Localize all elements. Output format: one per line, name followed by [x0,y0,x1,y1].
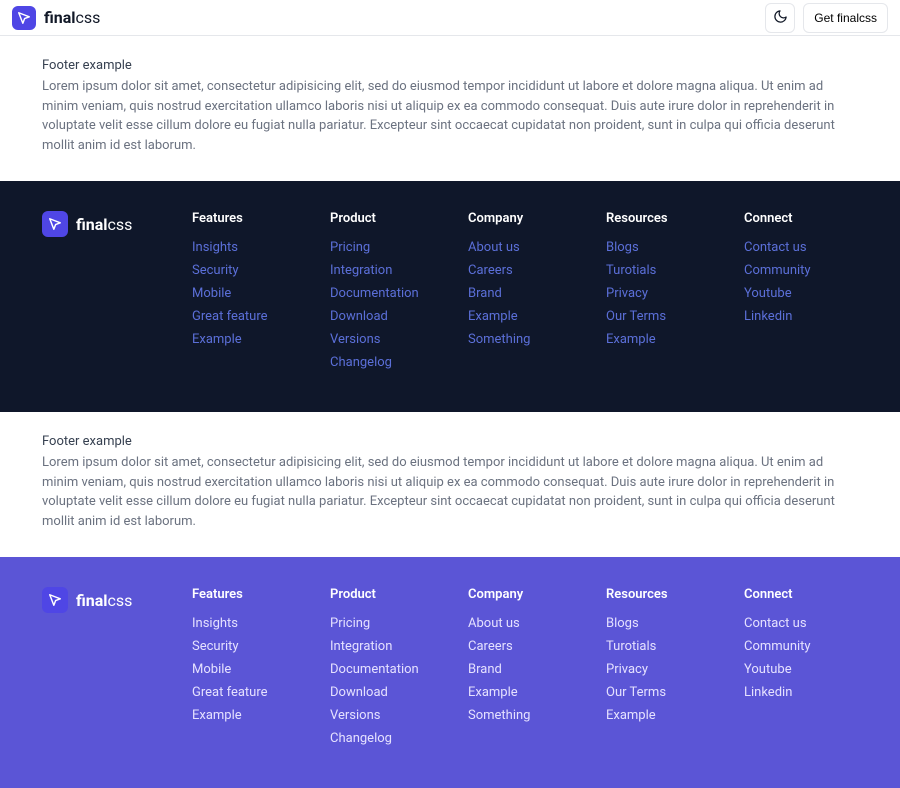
footer-link[interactable]: Example [468,309,582,324]
logo-icon [12,6,36,30]
footer-col-product: Product Pricing Integration Documentation Do… [330,211,444,378]
brand-text: finalcss [76,215,132,234]
footer-link[interactable]: Something [468,708,582,723]
theme-toggle[interactable] [765,3,795,33]
logo-icon [42,587,68,613]
moon-icon [773,9,788,27]
footer-link[interactable]: Integration [330,639,444,654]
brand[interactable]: finalcss [12,6,100,30]
footer-link[interactable]: Our Terms [606,685,720,700]
footer-col-features: Features Insights Security Mobile Great feat… [192,211,306,378]
footer-col-resources: Resources Blogs Turotials Privacy Our Terms E… [606,587,720,754]
footer-link[interactable]: Turotials [606,263,720,278]
footer-col-connect: Connect Contact us Community Youtube Linkedi… [744,211,858,378]
footer-link[interactable]: Youtube [744,286,858,301]
footer-link[interactable]: Changelog [330,355,444,370]
footer-link[interactable]: Privacy [606,662,720,677]
example-title: Footer example [42,58,858,73]
footer-link[interactable]: About us [468,616,582,631]
top-actions: Get finalcss [765,3,888,33]
footer-link[interactable]: Pricing [330,240,444,255]
footer-col-title: Connect [744,587,858,602]
example-title: Footer example [42,434,858,449]
footer-link[interactable]: Example [606,708,720,723]
footer-link[interactable]: Security [192,263,306,278]
footer-link[interactable]: Brand [468,286,582,301]
footer-logo: finalcss [42,587,152,754]
footer-link[interactable]: Linkedin [744,309,858,324]
footer-link[interactable]: Contact us [744,240,858,255]
footer-link[interactable]: Turotials [606,639,720,654]
footer-link[interactable]: Example [468,685,582,700]
footer-col-title: Company [468,211,582,226]
footer-col-title: Connect [744,211,858,226]
footer-col-company: Company About us Careers Brand Example Someth… [468,211,582,378]
footer-link[interactable]: Brand [468,662,582,677]
footer-col-features: Features Insights Security Mobile Great feat… [192,587,306,754]
footer-link[interactable]: Insights [192,240,306,255]
footer-col-title: Features [192,587,306,602]
footer-col-title: Product [330,211,444,226]
footer-link[interactable]: Blogs [606,616,720,631]
footer-link[interactable]: Mobile [192,286,306,301]
footer-col-title: Features [192,211,306,226]
footer-link[interactable]: Contact us [744,616,858,631]
footer-link[interactable]: Community [744,639,858,654]
footer-link[interactable]: Careers [468,263,582,278]
footer-link[interactable]: Integration [330,263,444,278]
footer-col-title: Product [330,587,444,602]
footer-col-connect: Connect Contact us Community Youtube Linkedi… [744,587,858,754]
footer-link[interactable]: Security [192,639,306,654]
example-block-2: Footer example Lorem ipsum dolor sit ame… [0,412,900,557]
footer-link[interactable]: Example [606,332,720,347]
footer-purple: finalcss Features Insights Security Mobile G… [0,557,900,788]
footer-columns: Features Insights Security Mobile Great feat… [192,587,858,754]
footer-link[interactable]: Versions [330,332,444,347]
footer-logo: finalcss [42,211,152,378]
footer-link[interactable]: Great feature [192,685,306,700]
footer-col-title: Company [468,587,582,602]
footer-link[interactable]: Youtube [744,662,858,677]
footer-link[interactable]: Blogs [606,240,720,255]
footer-columns: Features Insights Security Mobile Great feat… [192,211,858,378]
footer-link[interactable]: Privacy [606,286,720,301]
footer-link[interactable]: Documentation [330,286,444,301]
footer-col-company: Company About us Careers Brand Example Someth… [468,587,582,754]
brand-text: finalcss [76,591,132,610]
footer-link[interactable]: Example [192,708,306,723]
footer-link[interactable]: Documentation [330,662,444,677]
brand-text: finalcss [44,8,100,27]
footer-link[interactable]: Our Terms [606,309,720,324]
get-finalcss-button[interactable]: Get finalcss [803,3,888,33]
footer-link[interactable]: Download [330,309,444,324]
footer-link[interactable]: About us [468,240,582,255]
logo-icon [42,211,68,237]
example-body: Lorem ipsum dolor sit amet, consectetur … [42,77,858,155]
footer-link[interactable]: Mobile [192,662,306,677]
footer-col-title: Resources [606,211,720,226]
footer-link[interactable]: Download [330,685,444,700]
footer-dark: finalcss Features Insights Security Mobile G… [0,181,900,412]
footer-link[interactable]: Versions [330,708,444,723]
topbar: finalcss Get finalcss [0,0,900,36]
footer-link[interactable]: Example [192,332,306,347]
footer-link[interactable]: Linkedin [744,685,858,700]
footer-link[interactable]: Community [744,263,858,278]
footer-link[interactable]: Pricing [330,616,444,631]
footer-col-title: Resources [606,587,720,602]
example-body: Lorem ipsum dolor sit amet, consectetur … [42,453,858,531]
footer-col-resources: Resources Blogs Turotials Privacy Our Terms E… [606,211,720,378]
footer-link[interactable]: Insights [192,616,306,631]
footer-link[interactable]: Careers [468,639,582,654]
footer-link[interactable]: Something [468,332,582,347]
footer-col-product: Product Pricing Integration Documentation Do… [330,587,444,754]
footer-link[interactable]: Changelog [330,731,444,746]
example-block-1: Footer example Lorem ipsum dolor sit ame… [0,36,900,181]
footer-link[interactable]: Great feature [192,309,306,324]
